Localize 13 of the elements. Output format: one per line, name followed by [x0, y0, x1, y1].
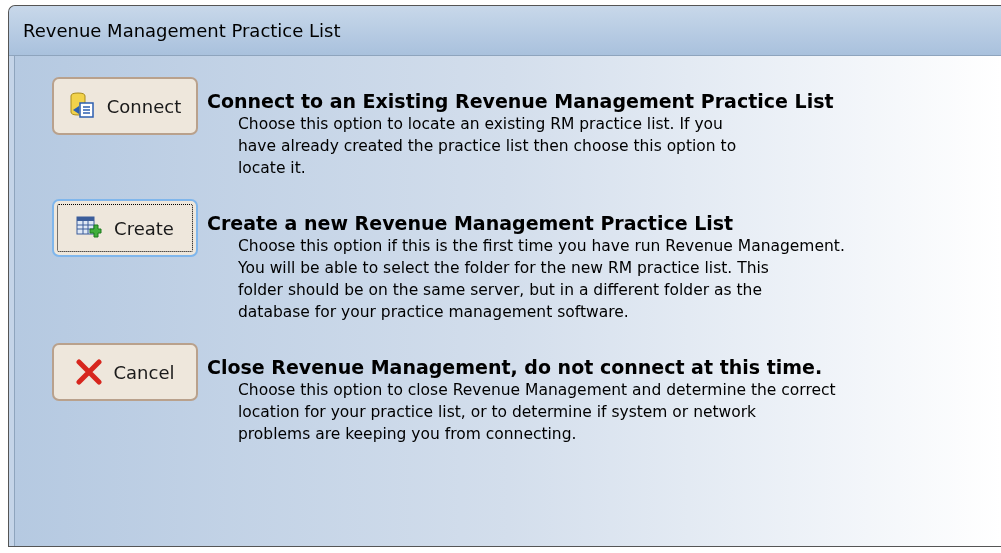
option-heading: Close Revenue Management, do not connect at this time. — [207, 355, 824, 379]
database-connect-icon — [68, 92, 95, 120]
action-button[interactable]: Connect — [52, 77, 198, 135]
close-icon — [75, 359, 102, 385]
option-description: Choose this option to locate an existing RM practice list. If you have already created the practice list then choose this option to locate it. — [238, 114, 738, 179]
action-button[interactable]: Cancel — [52, 343, 198, 401]
option-heading: Create a new Revenue Management Practice List — [207, 211, 735, 235]
window-title: Revenue Management Practice List — [23, 19, 341, 43]
option-heading: Connect to an Existing Revenue Management Practice List — [207, 89, 834, 113]
table-add-icon — [76, 215, 103, 241]
option-description: Choose this option to close Revenue Management and determine the correct location for your practice list, or to determine if system or network problems are keeping you from connecting. — [238, 380, 836, 445]
option-description: Choose this option if this is the first time you have run Revenue Management. You will be able to select the folder for the new RM practice list. This folder should be on the same server, but in a different folder as the database for your practice management software. — [238, 236, 845, 323]
action-button[interactable]: Create — [52, 199, 198, 257]
